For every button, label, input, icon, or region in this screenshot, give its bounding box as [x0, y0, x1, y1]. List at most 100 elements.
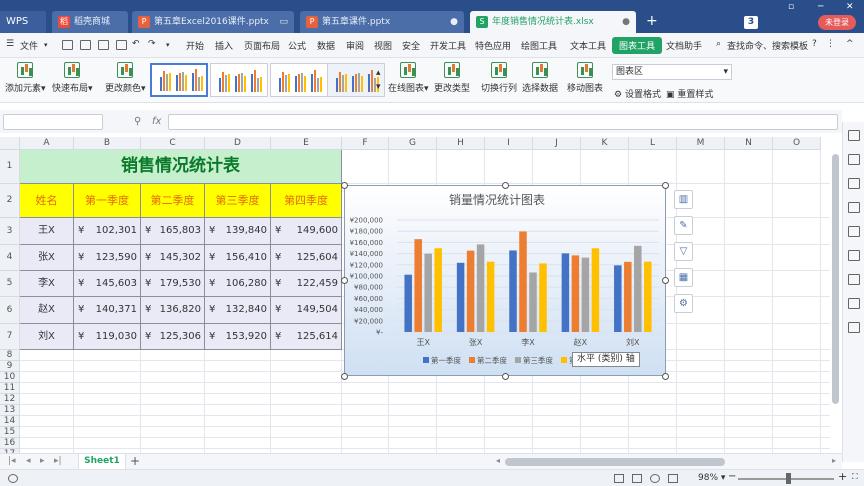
x-tick-label[interactable]: 刘X — [626, 337, 640, 347]
reset-style-button[interactable]: ▣ 重置样式 — [666, 87, 713, 100]
help-icon[interactable]: ? — [812, 39, 817, 49]
collapse-ribbon-icon[interactable]: ^ — [846, 39, 854, 49]
column-header-a[interactable]: A — [20, 137, 74, 150]
gallery-scroll-up-icon[interactable]: ▴ — [376, 68, 381, 78]
bar-3-2[interactable] — [476, 244, 485, 332]
value-cell[interactable]: ¥123,590 — [74, 245, 141, 271]
fullscreen-icon[interactable]: ⛶ — [852, 472, 858, 482]
chart-style-3[interactable] — [270, 63, 328, 97]
minimize-icon[interactable]: ─ — [818, 2, 823, 12]
quick-access-chevron-icon[interactable]: ▾ — [166, 41, 170, 49]
tab-sales-xlsx[interactable]: S 年度销售情况统计表.xlsx ● — [470, 11, 636, 33]
menu-developer[interactable]: 开发工具 — [430, 39, 466, 52]
header-q1[interactable]: 第一季度 — [74, 184, 141, 218]
menu-security[interactable]: 安全 — [402, 39, 420, 52]
online-chart-button[interactable]: 在线图表▾ — [388, 62, 429, 94]
zoom-out-icon[interactable]: − — [728, 471, 736, 482]
row-header-10[interactable]: 10 — [0, 372, 20, 383]
scroll-left-icon[interactable]: ◂ — [496, 456, 500, 465]
table-icon[interactable] — [848, 178, 860, 189]
value-cell[interactable]: ¥136,820 — [141, 297, 205, 324]
new-tab-icon[interactable]: + — [646, 14, 658, 28]
page-layout-view-icon[interactable] — [632, 474, 642, 483]
add-element-button[interactable]: 添加元素▾ — [5, 62, 46, 94]
bar-3-4[interactable] — [581, 257, 590, 332]
column-header-n[interactable]: N — [725, 137, 773, 150]
value-cell[interactable]: ¥140,371 — [74, 297, 141, 324]
row-header-6[interactable]: 6 — [0, 297, 20, 324]
bar-4-1[interactable] — [434, 248, 442, 332]
share-icon[interactable] — [848, 322, 860, 333]
bar-3-1[interactable] — [424, 253, 432, 332]
column-header-c[interactable]: C — [141, 137, 205, 150]
value-cell[interactable]: ¥149,600 — [271, 218, 342, 245]
page-break-view-icon[interactable] — [650, 474, 660, 483]
close-icon[interactable]: ✕ — [846, 2, 854, 12]
row-header-12[interactable]: 12 — [0, 394, 20, 405]
tab-ch5-pptx[interactable]: P 第五章课件.pptx ● — [300, 11, 464, 33]
tools-icon[interactable] — [848, 298, 860, 309]
bar-2-2[interactable] — [466, 250, 475, 332]
settings-icon[interactable] — [848, 202, 860, 213]
value-cell[interactable]: ¥139,840 — [205, 218, 271, 245]
value-cell[interactable]: ¥125,604 — [271, 245, 342, 271]
column-header-g[interactable]: G — [389, 137, 437, 150]
value-cell[interactable]: ¥119,030 — [74, 324, 141, 350]
column-header-e[interactable]: E — [271, 137, 342, 150]
bar-4-4[interactable] — [591, 248, 600, 332]
shape-icon[interactable] — [848, 226, 860, 237]
bar-2-3[interactable] — [519, 231, 527, 332]
sales-bar-chart[interactable]: 销量情况统计图表 ¥200,000 ¥180,000 ¥160,000 ¥140,000… — [344, 185, 666, 376]
bar-1-5[interactable] — [614, 265, 622, 332]
tab-monitor-icon[interactable]: ▭ — [279, 11, 288, 33]
tab-ch5-excel-pptx[interactable]: P 第五章Excel2016课件.pptx ▭ — [132, 11, 294, 33]
menu-data[interactable]: 数据 — [317, 39, 335, 52]
legend-label[interactable]: 第二季度 — [477, 355, 507, 365]
row-header-11[interactable]: 11 — [0, 383, 20, 394]
value-cell[interactable]: ¥106,280 — [205, 271, 271, 297]
row-header-8[interactable]: 8 — [0, 350, 20, 361]
formula-input[interactable] — [168, 114, 838, 130]
select-all-corner[interactable] — [0, 137, 20, 150]
name-cell[interactable]: 王X — [20, 218, 74, 245]
gallery-scroll-down-icon[interactable]: ▾ — [376, 82, 381, 92]
column-header-j[interactable]: J — [533, 137, 581, 150]
value-cell[interactable]: ¥122,459 — [271, 271, 342, 297]
menu-text-tools[interactable]: 文本工具 — [570, 39, 606, 52]
more-icon[interactable]: ⋮ — [826, 39, 835, 49]
chart-resize-handle[interactable] — [662, 182, 669, 189]
header-q3[interactable]: 第三季度 — [205, 184, 271, 218]
value-cell[interactable]: ¥125,614 — [271, 324, 342, 350]
zoom-in-icon[interactable]: + — [838, 470, 847, 483]
chart-filter-icon[interactable]: ▽ — [674, 242, 693, 261]
chart-resize-handle[interactable] — [502, 373, 509, 380]
menu-page-layout[interactable]: 页面布局 — [244, 39, 280, 52]
chart-resize-handle[interactable] — [341, 373, 348, 380]
x-tick-label[interactable]: 赵X — [574, 337, 588, 347]
redo-icon[interactable]: ↷ — [148, 39, 156, 49]
bar-4-3[interactable] — [539, 263, 547, 332]
value-cell[interactable]: ¥179,530 — [141, 271, 205, 297]
tab-dot-icon[interactable]: ● — [450, 11, 458, 33]
menu-formula[interactable]: 公式 — [288, 39, 306, 52]
vertical-scrollbar[interactable] — [831, 150, 840, 410]
normal-view-icon[interactable] — [614, 474, 624, 483]
chevron-down-icon[interactable]: ▾ — [44, 41, 48, 49]
row-header-13[interactable]: 13 — [0, 405, 20, 416]
value-cell[interactable]: ¥165,803 — [141, 218, 205, 245]
legend-label[interactable]: 第一季度 — [431, 355, 461, 365]
value-cell[interactable]: ¥156,410 — [205, 245, 271, 271]
column-header-b[interactable]: B — [74, 137, 141, 150]
chart-style-2[interactable] — [210, 63, 268, 97]
move-chart-button[interactable]: 移动图表 — [567, 62, 603, 94]
column-header-l[interactable]: L — [629, 137, 677, 150]
row-header-2[interactable]: 2 — [0, 184, 20, 218]
switch-row-col-button[interactable]: 切换行列 — [481, 62, 517, 94]
chart-area-select[interactable]: 图表区 ▾ — [612, 64, 732, 80]
column-header-d[interactable]: D — [205, 137, 271, 150]
value-cell[interactable]: ¥153,920 — [205, 324, 271, 350]
map-icon[interactable] — [848, 274, 860, 285]
menu-review[interactable]: 审阅 — [346, 39, 364, 52]
chart-resize-handle[interactable] — [662, 373, 669, 380]
zoom-level[interactable]: 98% ▾ — [698, 473, 725, 483]
